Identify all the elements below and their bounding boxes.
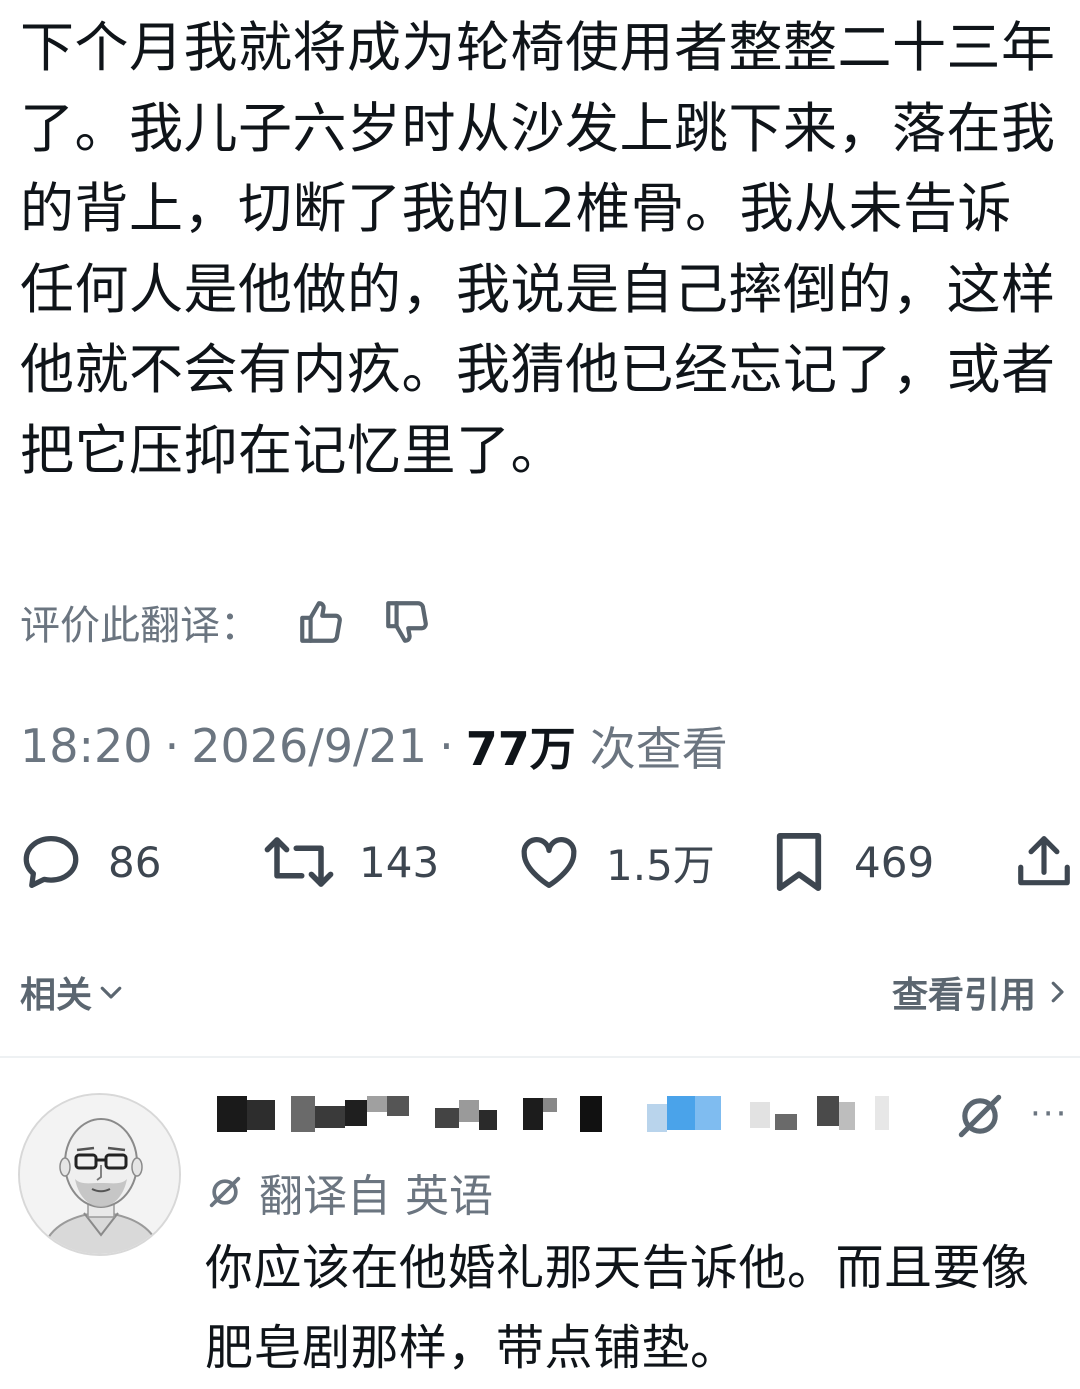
more-dots-icon[interactable]: ···: [1030, 1094, 1068, 1134]
reply-author-name-pixelated[interactable]: [205, 1096, 905, 1136]
like-button[interactable]: 1.5万: [516, 820, 715, 904]
thumbs-down-icon[interactable]: [382, 597, 432, 647]
rate-translation-label: 评价此翻译：: [20, 603, 260, 649]
meta-separator: ·: [439, 719, 454, 773]
share-button[interactable]: [1013, 820, 1075, 904]
chevron-right-icon: [1051, 981, 1064, 1003]
grok-icon[interactable]: [952, 1088, 1008, 1144]
tweet-meta: 18:20 · 2026/9/21 · 77万 次查看: [20, 713, 728, 779]
tweet-date: 2026/9/21: [191, 719, 428, 773]
reply-text: 你应该在他婚礼那天告诉他。而且要像肥皂剧那样，带点铺垫。: [205, 1240, 1030, 1376]
views-label: 次查看: [589, 722, 728, 776]
related-label: 相关: [20, 975, 93, 1016]
translated-from-row[interactable]: 翻译自 英语: [205, 1162, 493, 1222]
retweet-button[interactable]: 143: [263, 820, 439, 904]
tweet-action-bar: 86 143 1.5万 469: [18, 820, 1078, 904]
reply-button[interactable]: 86: [18, 820, 161, 904]
views-count[interactable]: 77万: [466, 713, 576, 779]
share-icon: [1018, 836, 1070, 886]
avatar[interactable]: [18, 1093, 181, 1256]
view-quotes-label: 查看引用: [891, 975, 1036, 1016]
tweet-text: 下个月我就将成为轮椅使用者整整二十三年了。我儿子六岁时从沙发上跳下来，落在我的背…: [20, 16, 1056, 482]
reply-count: 86: [108, 837, 162, 887]
view-quotes-link[interactable]: 查看引用: [892, 962, 1072, 1022]
thumbs-up-icon[interactable]: [296, 597, 346, 647]
like-count: 1.5万: [606, 840, 715, 890]
reply-bubble-icon: [23, 836, 79, 888]
related-dropdown[interactable]: 相关: [20, 962, 126, 1022]
grok-translate-icon: [209, 1176, 241, 1208]
translated-from-label: 翻译自 英语: [259, 1171, 493, 1222]
avatar-portrait-icon: [20, 1095, 179, 1254]
retweet-count: 143: [359, 837, 440, 887]
related-row: 相关 查看引用: [20, 962, 1072, 1022]
rate-translation-row: 评价此翻译：: [20, 592, 432, 652]
bookmark-count: 469: [854, 837, 935, 887]
tweet-time: 18:20: [20, 719, 153, 773]
meta-separator: ·: [164, 719, 180, 773]
bookmark-button[interactable]: 469: [768, 820, 934, 904]
heart-icon: [521, 837, 577, 888]
retweet-icon: [264, 837, 334, 887]
bookmark-icon: [776, 832, 822, 892]
chevron-down-icon: [100, 986, 122, 999]
reply-tweet[interactable]: ··· 翻译自 英语 你应该在他婚礼那天告诉他。而且要像肥皂剧那样，带点铺垫。: [0, 1058, 1080, 1389]
